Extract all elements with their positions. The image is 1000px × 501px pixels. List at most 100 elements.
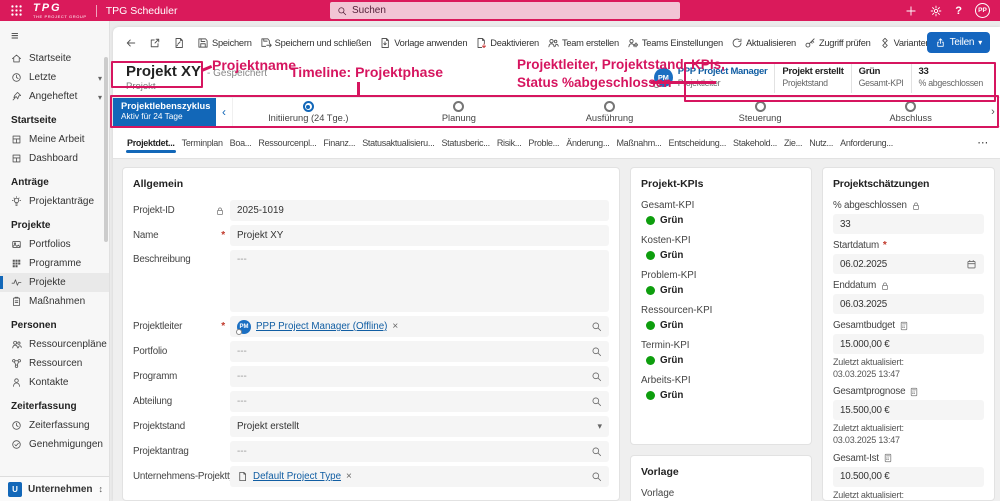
- projektleiter-link[interactable]: PPP Project Manager (Offline): [256, 321, 387, 332]
- refresh-button[interactable]: Aktualisieren: [727, 32, 800, 54]
- tab-nutzen[interactable]: Nutz...: [808, 130, 834, 156]
- projekttyp-lookup[interactable]: Default Project Type ×: [230, 466, 609, 487]
- gesamt-ist-input[interactable]: 10.500,00 €: [833, 466, 984, 487]
- document-pen-icon: [173, 37, 185, 49]
- field-gesamtprognose: Gesamtprognose 15.500,00 € Zuletzt aktua…: [833, 386, 984, 446]
- stage-initiierung[interactable]: Initiierung (24 Tge.): [233, 98, 384, 126]
- check-access-button[interactable]: Zugriff prüfen: [800, 32, 875, 54]
- projektantrag-lookup[interactable]: ---: [230, 441, 609, 462]
- projekttyp-link[interactable]: Default Project Type: [253, 471, 341, 482]
- chevron-down-icon[interactable]: ▾: [98, 74, 102, 83]
- add-icon[interactable]: [905, 5, 917, 17]
- sidebar-item-startseite[interactable]: Startseite: [0, 49, 109, 68]
- sidebar-item-letzte[interactable]: Letzte ▾: [0, 68, 109, 87]
- search-icon[interactable]: [591, 446, 602, 457]
- stage-planung[interactable]: Planung: [384, 98, 535, 126]
- waffle-menu-icon[interactable]: [10, 4, 23, 17]
- sidebar-item-dashboard[interactable]: Dashboard: [0, 149, 109, 168]
- tab-projektdetails[interactable]: Projektdet...: [126, 130, 176, 156]
- sidebar-item-angeheftet[interactable]: Angeheftet ▾: [0, 87, 109, 106]
- tab-stakeholder[interactable]: Stakehold...: [732, 130, 778, 156]
- sidebar-item-genehmigungen[interactable]: Genehmigungen: [0, 435, 109, 454]
- calendar-icon[interactable]: [966, 259, 977, 270]
- abteilung-lookup[interactable]: ---: [230, 391, 609, 412]
- popout-button[interactable]: [145, 32, 165, 54]
- form-button[interactable]: [169, 32, 189, 54]
- org-switcher[interactable]: U Unternehmen ↕: [0, 476, 109, 501]
- programm-lookup[interactable]: ---: [230, 366, 609, 387]
- sidebar-item-portfolios[interactable]: Portfolios: [0, 235, 109, 254]
- variants-button[interactable]: Varianten: [875, 32, 935, 54]
- sidebar-item-projektantraege[interactable]: Projektanträge: [0, 192, 109, 211]
- tab-probleme[interactable]: Proble...: [527, 130, 560, 156]
- projektleiter-lookup[interactable]: PM PPP Project Manager (Offline) ×: [230, 316, 609, 337]
- clipboard-icon: [11, 296, 22, 307]
- stage-steuerung[interactable]: Steuerung: [685, 98, 836, 126]
- sidebar-item-massnahmen[interactable]: Maßnahmen: [0, 292, 109, 311]
- global-search-input[interactable]: Suchen: [330, 2, 680, 19]
- teams-settings-button[interactable]: Teams Einstellungen: [623, 32, 727, 54]
- stage-ausfuehrung[interactable]: Ausführung: [534, 98, 685, 126]
- search-icon[interactable]: [591, 346, 602, 357]
- help-icon[interactable]: ?: [955, 5, 962, 17]
- enddatum-input[interactable]: 06.03.2025: [833, 294, 984, 314]
- form-tabs: Projektdet... Terminplan Boa... Ressourc…: [113, 127, 1000, 158]
- tab-risiken[interactable]: Risik...: [496, 130, 523, 156]
- deactivate-button[interactable]: Deaktivieren: [471, 32, 543, 54]
- projektstand-select[interactable]: Projekt erstellt ▾: [230, 416, 609, 437]
- beschreibung-input[interactable]: ---: [230, 250, 609, 312]
- portfolio-lookup[interactable]: ---: [230, 341, 609, 362]
- gesamtprognose-input[interactable]: 15.500,00 €: [833, 400, 984, 421]
- tab-statusbericht[interactable]: Statusberic...: [440, 130, 490, 156]
- sidebar-item-meine-arbeit[interactable]: Meine Arbeit: [0, 130, 109, 149]
- sidebar-item-programme[interactable]: Programme: [0, 254, 109, 273]
- save-button[interactable]: Speichern: [193, 32, 256, 54]
- tab-anforderungen[interactable]: Anforderung...: [839, 130, 894, 156]
- gear-icon[interactable]: [930, 5, 942, 17]
- create-team-button[interactable]: Team erstellen: [543, 32, 623, 54]
- sidebar-item-kontakte[interactable]: Kontakte: [0, 373, 109, 392]
- search-icon[interactable]: [591, 471, 602, 482]
- tab-finanzen[interactable]: Finanz...: [322, 130, 356, 156]
- abgeschlossen-input[interactable]: 33: [833, 214, 984, 234]
- chevron-right-icon[interactable]: ›: [986, 98, 1000, 126]
- tab-terminplan[interactable]: Terminplan: [181, 130, 224, 156]
- tab-board[interactable]: Boa...: [229, 130, 253, 156]
- sidebar-item-ressourcen[interactable]: Ressourcen: [0, 354, 109, 373]
- tab-ziele[interactable]: Zie...: [783, 130, 803, 156]
- projekt-id-input[interactable]: 2025-1019: [230, 200, 609, 221]
- sidebar-item-label: Portfolios: [29, 239, 71, 250]
- sidebar-item-projekte[interactable]: Projekte: [0, 273, 109, 292]
- search-icon[interactable]: [591, 396, 602, 407]
- tab-massnahmen[interactable]: Maßnahm...: [615, 130, 662, 156]
- save-close-button[interactable]: Speichern und schließen: [256, 32, 376, 54]
- gesamtbudget-input[interactable]: 15.000,00 €: [833, 334, 984, 354]
- sidebar-item-ressourcenplaene[interactable]: Ressourcenpläne: [0, 335, 109, 354]
- tabs-overflow-icon[interactable]: ⋯: [975, 136, 990, 149]
- search-icon[interactable]: [591, 321, 602, 332]
- stat-projektleiter[interactable]: PM PPP Project Manager Projektleiter: [647, 63, 775, 93]
- chevron-down-icon[interactable]: ▾: [98, 93, 102, 102]
- tab-entscheidungen[interactable]: Entscheidung...: [668, 130, 728, 156]
- hamburger-icon[interactable]: ≡: [0, 21, 109, 47]
- process-name-box[interactable]: Projektlebenszyklus Aktiv für 24 Tage: [113, 98, 216, 126]
- tab-statusaktualisierung[interactable]: Statusaktualisieru...: [361, 130, 435, 156]
- tab-ressourcenplan[interactable]: Ressourcenpl...: [257, 130, 317, 156]
- sidebar-scrollbar[interactable]: [104, 57, 108, 242]
- apply-template-button[interactable]: Vorlage anwenden: [375, 32, 471, 54]
- stat-value[interactable]: PPP Project Manager: [678, 66, 768, 78]
- pin-icon: [11, 91, 22, 102]
- user-avatar[interactable]: PP: [975, 3, 990, 18]
- back-button[interactable]: [121, 32, 141, 54]
- lock-icon: [911, 201, 921, 211]
- remove-icon[interactable]: ×: [346, 471, 352, 482]
- startdatum-input[interactable]: 06.02.2025: [833, 254, 984, 274]
- chevron-left-icon[interactable]: ‹: [216, 98, 233, 126]
- share-button[interactable]: Teilen ▾: [926, 32, 990, 53]
- tab-aenderungen[interactable]: Änderung...: [565, 130, 610, 156]
- name-input[interactable]: Projekt XY: [230, 225, 609, 246]
- remove-icon[interactable]: ×: [392, 321, 398, 332]
- search-icon[interactable]: [591, 371, 602, 382]
- stage-abschluss[interactable]: Abschluss: [835, 98, 986, 126]
- sidebar-item-zeiterfassung[interactable]: Zeiterfassung: [0, 416, 109, 435]
